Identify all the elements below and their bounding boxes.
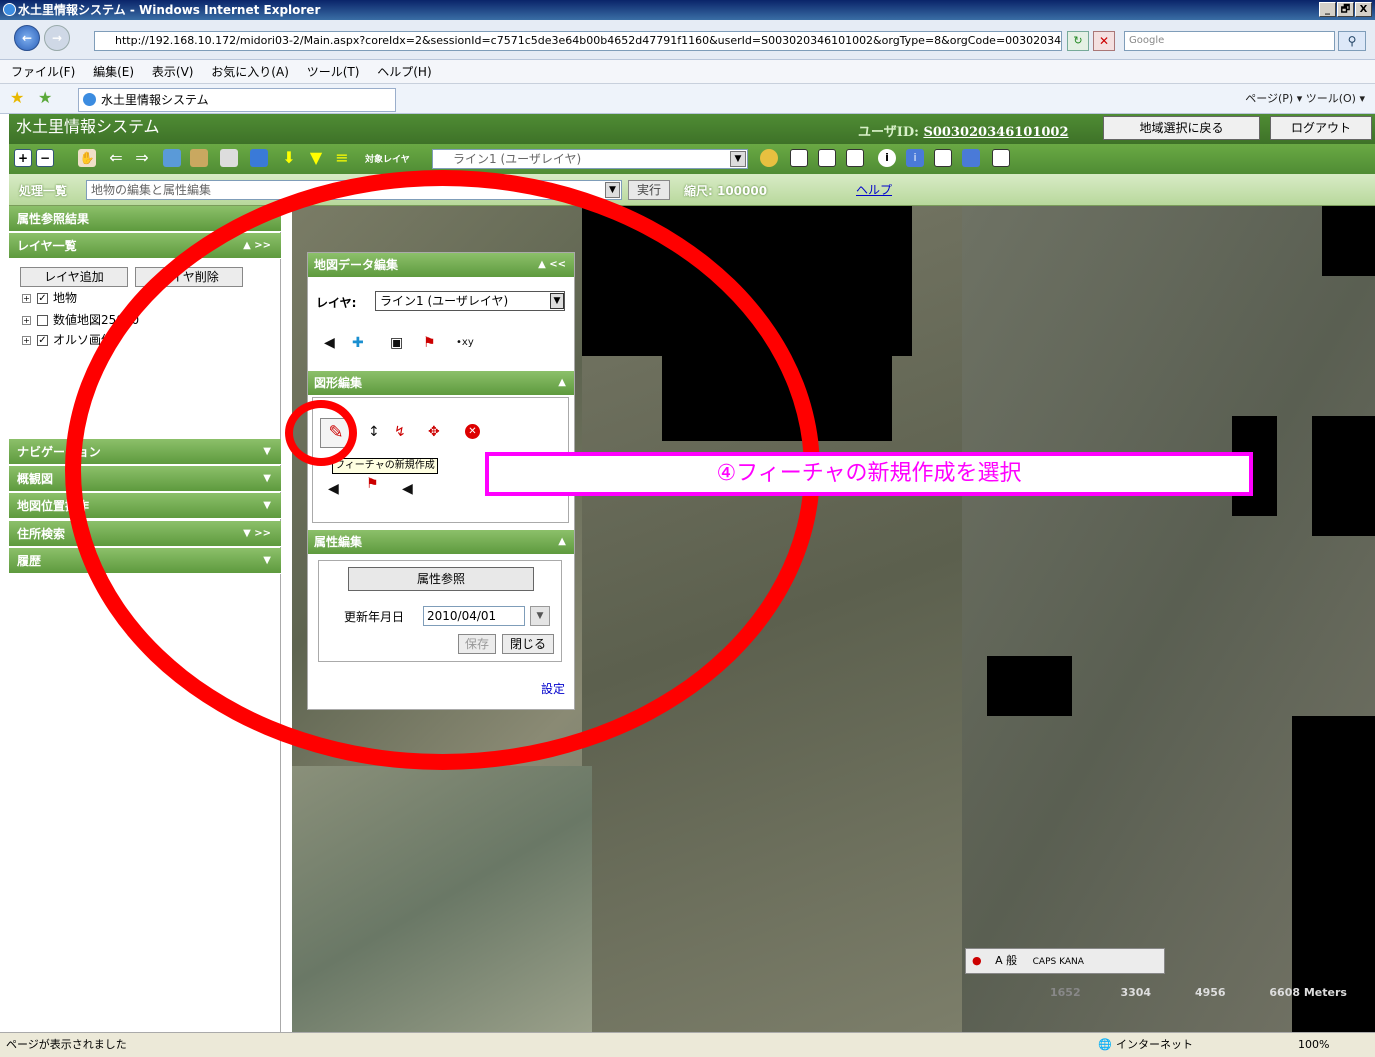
back-button[interactable]: ← (14, 25, 40, 51)
target-layer-select[interactable]: ライン1 (ユーザレイヤ) (432, 149, 748, 169)
info-panel-icon[interactable]: i (906, 149, 924, 167)
menu-edit[interactable]: 編集(E) (93, 65, 134, 79)
scale-tick: 6608 Meters (1269, 986, 1347, 999)
layer-dropdown-icon[interactable]: ▼ (730, 151, 746, 167)
refresh-icon[interactable]: ↻ (1067, 31, 1089, 51)
window-title: 水土里情報システム - Windows Internet Explorer (18, 3, 321, 17)
zone-text: インターネット (1116, 1038, 1193, 1051)
user-id-label: ユーザID: (858, 125, 919, 140)
pan-hand-icon[interactable]: ✋ (78, 149, 96, 167)
full-extent-icon[interactable] (163, 149, 181, 167)
no-data-area (1312, 416, 1375, 536)
annotation-callout: ④フィーチャの新規作成を選択 (485, 452, 1253, 496)
app-title: 水土里情報システム (16, 117, 160, 136)
expand-plus-icon[interactable]: + (22, 336, 31, 345)
address-search-title: 住所検索 (17, 527, 66, 541)
maximize-button[interactable]: 🗗 (1337, 2, 1354, 17)
measure-icon[interactable] (190, 149, 208, 167)
print-icon[interactable] (220, 149, 238, 167)
web-search-input[interactable]: Google (1124, 31, 1335, 51)
target-layer-label: 対象レイヤ (365, 155, 410, 165)
layer-list-icon[interactable]: ≡ (333, 149, 351, 167)
menu-bar: ファイル(F) 編集(E) 表示(V) お気に入り(A) ツール(T) ヘルプ(… (0, 60, 1375, 84)
menu-help[interactable]: ヘルプ(H) (377, 65, 431, 79)
command-bar[interactable]: ページ(P) ▾ ツール(O) ▾ (1245, 90, 1365, 106)
process-dropdown-icon[interactable]: ▼ (605, 182, 620, 198)
scale-label: 縮尺: 100000 (684, 184, 768, 198)
layer-list-title: レイヤ一覧 (17, 239, 77, 253)
table-icon[interactable] (934, 149, 952, 167)
attr-list-icon[interactable] (992, 149, 1010, 167)
address-input[interactable]: http://192.168.10.172/midori03-2/Main.as… (94, 31, 1062, 51)
annotation-highlight-circle (285, 400, 357, 466)
status-text: ページが表示されました (6, 1038, 127, 1051)
browser-tab[interactable]: 水土里情報システム (78, 88, 396, 112)
clear-select-icon[interactable] (846, 149, 864, 167)
select-feature-icon[interactable] (760, 149, 778, 167)
menu-favorites[interactable]: お気に入り(A) (211, 65, 289, 79)
next-extent-icon[interactable]: ⇒ (133, 149, 151, 167)
menu-view[interactable]: 表示(V) (152, 65, 194, 79)
process-list-label: 処理一覧 (19, 184, 68, 198)
ie-page-icon (83, 93, 96, 106)
help-link[interactable]: ヘルプ (856, 181, 892, 198)
execute-button[interactable]: 実行 (628, 180, 670, 200)
favorites-star-icon[interactable]: ★ (10, 88, 24, 107)
user-id: ユーザID: S003020346101002 (858, 121, 1069, 140)
scale-tick: 3304 (1120, 986, 1152, 999)
attr-info-icon[interactable] (962, 149, 980, 167)
layer-label: 地物 (53, 291, 78, 305)
no-data-area (987, 656, 1072, 716)
box-select-icon[interactable] (818, 149, 836, 167)
expand-plus-icon[interactable]: + (22, 316, 31, 325)
no-data-area (1322, 206, 1375, 276)
previous-extent-icon[interactable]: ⇐ (107, 149, 125, 167)
ie-icon (3, 3, 16, 16)
map-scale-bar: 1652 3304 4956 6608 Meters (1010, 986, 1347, 999)
add-layer-button[interactable]: レイヤ追加 (20, 267, 128, 287)
zoom-level[interactable]: 100% (1298, 1033, 1329, 1057)
aerial-image-tile (292, 766, 592, 1032)
globe-icon: 🌐 (1098, 1038, 1112, 1051)
history-title: 履歴 (17, 554, 42, 568)
scale-tick: 1652 (1050, 986, 1081, 999)
forward-button[interactable]: → (44, 25, 70, 51)
zoom-in-icon[interactable]: + (14, 149, 32, 167)
region-select-button[interactable]: 地域選択に戻る (1103, 116, 1260, 140)
status-bar: ページが表示されました 🌐 インターネット 100% (0, 1032, 1375, 1057)
layer-up-icon[interactable]: ⬇ (280, 149, 298, 167)
attr-results-title: 属性参照結果 (17, 212, 90, 226)
layer-checkbox[interactable]: ✓ (37, 335, 48, 346)
search-icon[interactable]: ⚲ (1338, 31, 1366, 51)
overview-title: 概観図 (17, 472, 54, 486)
add-favorite-icon[interactable]: ★ (38, 88, 52, 107)
browser-tab-label: 水土里情報システム (101, 93, 209, 107)
export-icon[interactable] (250, 149, 268, 167)
no-data-area (1292, 716, 1375, 1032)
stop-icon[interactable]: ✕ (1093, 31, 1115, 51)
layer-checkbox[interactable] (37, 315, 48, 326)
identify-icon[interactable]: i (878, 149, 896, 167)
menu-file[interactable]: ファイル(F) (11, 65, 75, 79)
window-title-bar: 水土里情報システム - Windows Internet Explorer _ … (0, 0, 1375, 20)
user-id-link[interactable]: S003020346101002 (923, 125, 1068, 140)
caps-indicator: CAPS KANA (1032, 957, 1084, 967)
menu-tools[interactable]: ツール(T) (307, 65, 360, 79)
layer-tree-item[interactable]: + ✓ 地物 (22, 288, 77, 308)
logout-button[interactable]: ログアウト (1270, 116, 1372, 140)
expand-plus-icon[interactable]: + (22, 294, 31, 303)
arrow-select-icon[interactable] (790, 149, 808, 167)
ime-icon[interactable]: ● (972, 954, 982, 967)
close-window-button[interactable]: X (1355, 2, 1372, 17)
zoom-out-icon[interactable]: − (36, 149, 54, 167)
scale-tick: 4956 (1194, 986, 1226, 999)
layer-down-icon[interactable]: ▼ (307, 149, 325, 167)
layer-checkbox[interactable]: ✓ (37, 293, 48, 304)
ime-toolbar: ● A 般 CAPS KANA (965, 948, 1165, 974)
minimize-button[interactable]: _ (1319, 2, 1336, 17)
ime-mode[interactable]: A 般 (995, 954, 1017, 967)
